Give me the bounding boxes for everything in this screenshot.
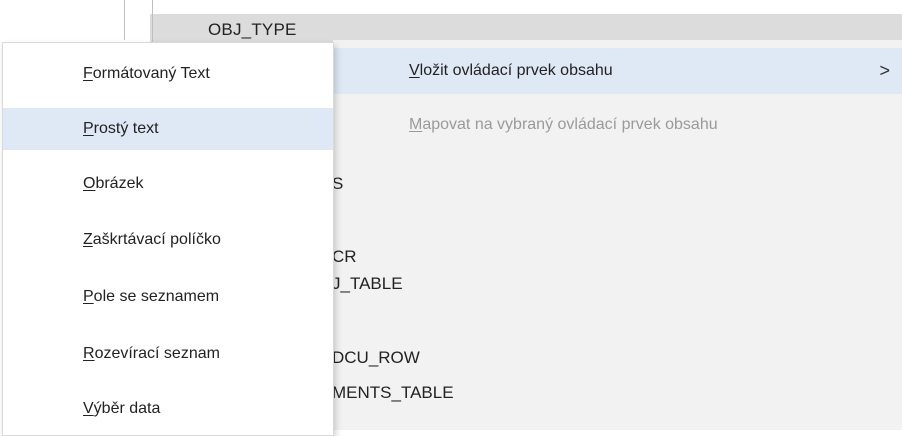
document-text-line[interactable]: DCU_ROW [332, 348, 420, 368]
menu-item-date-picker[interactable]: Výběr data [3, 388, 333, 430]
menu-item-drop-down-list[interactable]: Rozevírací seznam [3, 333, 333, 375]
insert-content-control-item[interactable]: Vložit ovládací prvek obsahu > [333, 48, 902, 94]
menu-item-label: Mapovat na vybraný ovládací prvek obsahu [409, 116, 718, 133]
menu-item-label: Výběr data [83, 400, 161, 417]
document-text-line[interactable]: MENTS_TABLE [332, 383, 454, 403]
document-text-line[interactable]: J_TABLE [332, 274, 403, 294]
map-content-control-item[interactable]: Mapovat na vybraný ovládací prvek obsahu [333, 102, 902, 148]
menu-item-combo-box[interactable]: Pole se seznamem [3, 276, 333, 318]
menu-item-label: Obrázek [83, 175, 144, 192]
menu-item-label: Zaškrtávací políčko [83, 231, 221, 248]
table-divider [152, 0, 153, 44]
chevron-right-icon: > [879, 60, 890, 81]
table-divider [124, 0, 125, 40]
menu-item-picture[interactable]: Obrázek [3, 163, 333, 205]
document-text-line[interactable]: CR [332, 247, 357, 267]
menu-item-label: Prostý text [83, 120, 159, 137]
menu-item-label: Rozevírací seznam [83, 345, 220, 362]
menu-item-checkbox[interactable]: Zaškrtávací políčko [3, 219, 333, 261]
menu-item-label: Formátovaný Text [83, 65, 210, 82]
content-control-submenu: Vložit ovládací prvek obsahu > Mapovat n… [333, 40, 902, 152]
menu-item-plain-text[interactable]: Prostý text [3, 108, 333, 150]
table-header-cell[interactable]: OBJ_TYPE [208, 20, 297, 40]
content-control-menu: Formátovaný Text Prostý text Obrázek Zaš… [2, 42, 334, 436]
menu-item-label: Vložit ovládací prvek obsahu [409, 62, 613, 79]
menu-item-label: Pole se seznamem [83, 288, 220, 305]
menu-item-formatted-text[interactable]: Formátovaný Text [3, 53, 333, 95]
